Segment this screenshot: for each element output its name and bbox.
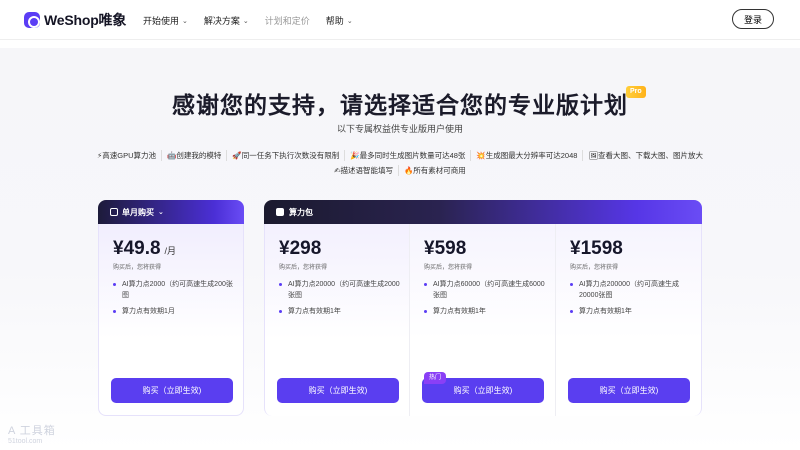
- pack-header-label: 算力包: [289, 207, 313, 217]
- menu-label: 开始使用: [143, 16, 180, 26]
- menu-item-help[interactable]: 帮助 ⌄: [326, 14, 353, 27]
- price-value: ¥49.8: [113, 238, 161, 259]
- plan-price: ¥298: [279, 238, 322, 259]
- watermark-line2: 51tool.com: [8, 438, 43, 445]
- plan-price: ¥1598: [570, 238, 623, 259]
- hot-badge: 热门: [424, 372, 447, 384]
- pack-card-598: ¥598 购买后，您将获得 AI算力点60000（约可高速生成6000张图 算力…: [410, 224, 556, 416]
- plan-note: 购买后，您将获得: [424, 265, 473, 271]
- benefit-list: AI算力点20000（约可高速生成2000张图 算力点有效期1年: [279, 279, 403, 322]
- monthly-plan-selector[interactable]: 单月购买 ⌄: [98, 200, 244, 224]
- watermark-line1: A 工具箱: [8, 425, 56, 437]
- login-button[interactable]: 登录: [732, 9, 774, 29]
- menu-label: 计划和定价: [264, 16, 310, 26]
- feature-item: ✍描述语智能填写: [329, 165, 399, 176]
- logo[interactable]: WeShop唯象: [24, 10, 126, 30]
- benefit-item: AI算力点200000（约可高速生成20000张图: [570, 279, 694, 301]
- monthly-plan-card: ¥49.8/月 购买后，您将获得 AI算力点2000（约可高速生成200张图 算…: [98, 224, 244, 416]
- logo-text: WeShop唯象: [44, 12, 127, 28]
- benefit-item: 算力点有效期1年: [424, 306, 548, 317]
- benefit-item: AI算力点2000（约可高速生成200张图: [113, 279, 237, 301]
- feature-row: ✍描述语智能填写 🔥所有素材可商用: [110, 163, 690, 178]
- plan-note: 购买后，您将获得: [570, 265, 619, 271]
- hero: 感谢您的支持，请选择适合您的专业版计划: [0, 86, 800, 120]
- feature-item: 🚀同一任务下执行次数没有限制: [227, 150, 346, 161]
- plan-price: ¥598: [424, 238, 467, 259]
- buy-button-1598[interactable]: 购买（立即生效): [568, 378, 690, 403]
- pack-card-298: ¥298 购买后，您将获得 AI算力点20000（约可高速生成2000张图 算力…: [264, 224, 410, 416]
- buy-button-monthly[interactable]: 购买（立即生效): [111, 378, 233, 403]
- monthly-header-label: 单月购买: [122, 207, 154, 217]
- plan-price: ¥49.8/月: [113, 238, 176, 260]
- feature-item: 🖼查看大图、下载大图、图片放大: [588, 151, 703, 160]
- page-title: 感谢您的支持，请选择适合您的专业版计划: [172, 92, 628, 118]
- menu-item-solutions[interactable]: 解决方案 ⌄: [204, 14, 249, 27]
- feature-item: ⚡高速GPU算力池: [92, 150, 163, 161]
- plan-note: 购买后，您将获得: [279, 265, 328, 271]
- benefit-list: AI算力点2000（约可高速生成200张图 算力点有效期1月: [113, 279, 237, 322]
- feature-item: 🤖创建我的模特: [162, 150, 228, 161]
- pack-icon: [276, 208, 284, 216]
- benefit-item: AI算力点20000（约可高速生成2000张图: [279, 279, 403, 301]
- logo-icon: [24, 12, 40, 28]
- watermark: A 工具箱 51tool.com: [8, 422, 56, 445]
- buy-button-298[interactable]: 购买（立即生效): [277, 378, 399, 403]
- feature-item: 🎉最多同时生成图片数量可达48张: [345, 150, 472, 161]
- main-menu: 开始使用 ⌄ 解决方案 ⌄ 计划和定价 帮助 ⌄: [143, 14, 353, 27]
- top-nav: WeShop唯象 开始使用 ⌄ 解决方案 ⌄ 计划和定价 帮助 ⌄ 登录: [0, 0, 800, 40]
- chevron-down-icon: ⌄: [242, 17, 249, 25]
- benefit-item: 算力点有效期1年: [279, 306, 403, 317]
- feature-row: ⚡高速GPU算力池 🤖创建我的模特 🚀同一任务下执行次数没有限制 🎉最多同时生成…: [97, 148, 703, 163]
- page-subtitle: 以下专属权益供专业版用户使用: [336, 124, 463, 134]
- benefit-item: 算力点有效期1年: [570, 306, 694, 317]
- benefit-item: AI算力点60000（约可高速生成6000张图: [424, 279, 548, 301]
- menu-item-get-started[interactable]: 开始使用 ⌄: [143, 14, 188, 27]
- plan-note: 购买后，您将获得: [113, 265, 162, 271]
- calendar-icon: [110, 208, 118, 216]
- pro-badge: Pro: [626, 86, 646, 98]
- feature-item: 🔥所有素材可商用: [403, 166, 466, 175]
- pack-card-1598: ¥1598 购买后，您将获得 AI算力点200000（约可高速生成20000张图…: [556, 224, 702, 416]
- benefit-item: 算力点有效期1月: [113, 306, 237, 317]
- menu-label: 帮助: [325, 16, 344, 26]
- chevron-down-icon: ⌄: [346, 17, 353, 25]
- menu-label: 解决方案: [203, 16, 240, 26]
- feature-item: 💥生成图最大分辨率可达2048: [471, 150, 584, 161]
- menu-item-pricing[interactable]: 计划和定价: [265, 14, 310, 27]
- chevron-down-icon: ⌄: [182, 17, 188, 25]
- benefit-list: AI算力点60000（约可高速生成6000张图 算力点有效期1年: [424, 279, 548, 322]
- feature-list: ⚡高速GPU算力池 🤖创建我的模特 🚀同一任务下执行次数没有限制 🎉最多同时生成…: [97, 148, 703, 178]
- credit-pack-header: 算力包: [264, 200, 702, 224]
- price-unit: /月: [164, 246, 177, 256]
- benefit-list: AI算力点200000（约可高速生成20000张图 算力点有效期1年: [570, 279, 694, 322]
- chevron-down-icon: ⌄: [158, 209, 164, 216]
